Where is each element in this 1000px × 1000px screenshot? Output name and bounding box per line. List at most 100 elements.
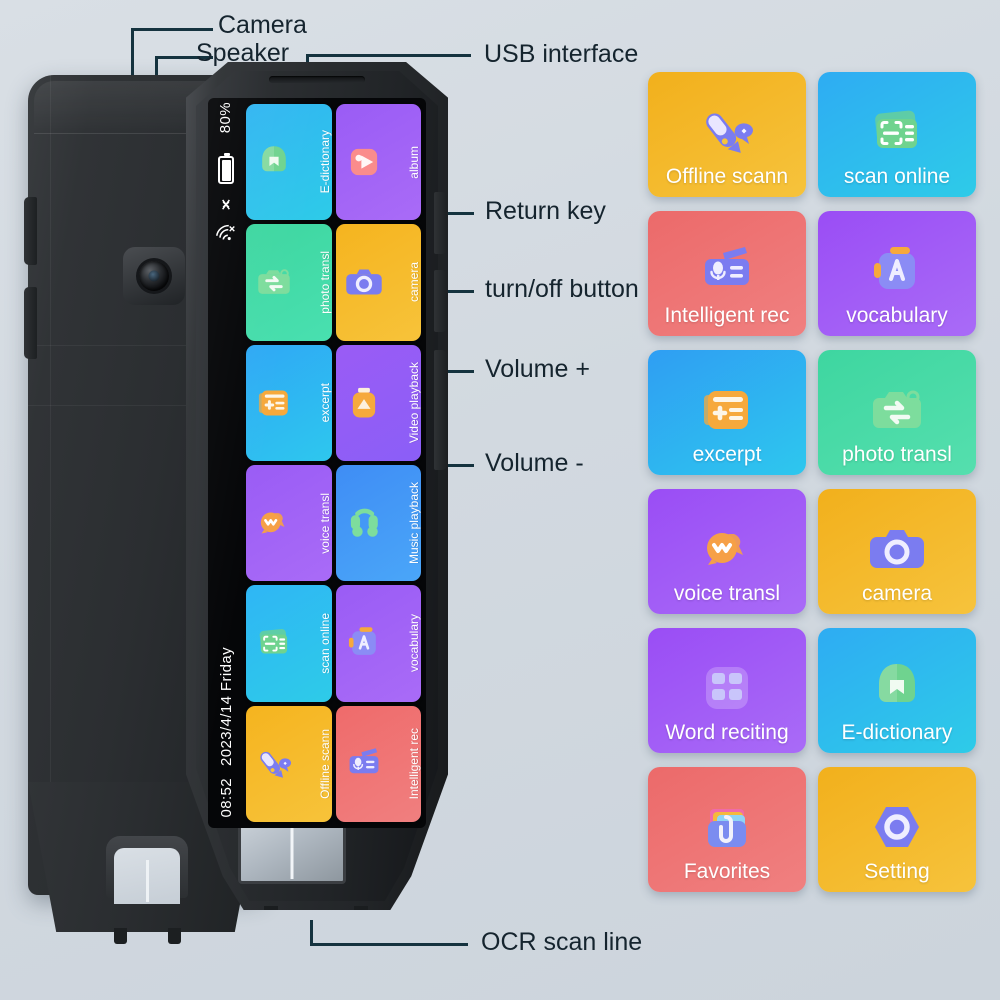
power-button[interactable] [434, 270, 447, 332]
app-tile-label: camera [861, 581, 933, 605]
screen-tile-scan-online[interactable]: scan online [246, 585, 332, 702]
callout-label-volume-down: Volume - [485, 449, 584, 477]
app-tile-label: Favorites [683, 859, 771, 883]
dictionary-icon [253, 141, 295, 183]
wifi-off-icon [215, 224, 235, 241]
callout-label-usb: USB interface [484, 40, 639, 68]
leader-ocr-horizontal [310, 943, 468, 946]
screen-tile-album[interactable]: album [335, 104, 421, 221]
excerpt-icon [253, 382, 295, 424]
voice-translate-icon [695, 517, 759, 581]
return-key-button[interactable] [434, 192, 447, 254]
app-tile-vocabulary[interactable]: vocabulary [818, 211, 976, 336]
app-tile-favorites[interactable]: Favorites [648, 767, 806, 892]
front-pin-left [264, 906, 278, 910]
camera-icon [343, 261, 385, 303]
back-side-button-2[interactable] [24, 287, 37, 359]
app-tile-photo-transl[interactable]: photo transl [818, 350, 976, 475]
leader-usb-horizontal [306, 54, 471, 57]
app-tile-label: Intelligent rec [664, 303, 790, 327]
app-tile-label: E-dictionary [841, 720, 953, 744]
vocabulary-icon [343, 622, 385, 664]
volume-button[interactable] [434, 350, 447, 470]
back-seam-2 [50, 75, 51, 895]
screen-tile-intelligent-rec[interactable]: Intelligent rec [335, 705, 421, 822]
screen-tile-label: Music playback [407, 482, 421, 565]
screen-tile-excerpt[interactable]: excerpt [246, 344, 332, 461]
app-icon-grid[interactable]: Offline scann scan online Intelligent re… [648, 72, 976, 892]
screen-tile-photo-transl[interactable]: photo transl [246, 224, 332, 341]
screen-tile-vocabulary[interactable]: vocabulary [335, 585, 421, 702]
battery-percent-label: 80% [217, 102, 234, 134]
screen-time-label: 08:52 [217, 778, 235, 818]
photo-translate-icon [253, 261, 295, 303]
screen-tile-label: vocabulary [407, 614, 421, 673]
screen-tile-label: photo transl [317, 251, 332, 314]
word-reciting-icon [695, 656, 759, 720]
screen-tile-music-playback[interactable]: Music playback [335, 465, 421, 582]
callout-label-ocr-scan-line: OCR scan line [481, 928, 643, 956]
screen-tile-camera[interactable]: camera [335, 224, 421, 341]
app-tile-e-dictionary[interactable]: E-dictionary [818, 628, 976, 753]
favorites-icon [695, 795, 759, 859]
app-tile-excerpt[interactable]: excerpt [648, 350, 806, 475]
app-tile-label: excerpt [692, 442, 762, 466]
music-playback-icon [343, 502, 385, 544]
app-tile-voice-transl[interactable]: voice transl [648, 489, 806, 614]
device-illustration: 80% 2023/4/14 Friday 08:52 E-dictionary … [18, 62, 448, 944]
screen-date-label: 2023/4/14 Friday [217, 647, 235, 767]
callout-label-camera: Camera [218, 11, 307, 39]
screen-status-bar: 80% 2023/4/14 Friday 08:52 [208, 98, 244, 828]
dictionary-icon [865, 656, 929, 720]
app-tile-label: Setting [864, 859, 930, 883]
app-tile-word-reciting[interactable]: Word reciting [648, 628, 806, 753]
screen-tile-offline-scann[interactable]: Offline scann [246, 705, 332, 822]
camera-lens-icon [139, 261, 169, 291]
app-tile-label: scan online [843, 164, 951, 188]
screen-tile-grid[interactable]: E-dictionary album photo transl camera e… [244, 102, 423, 824]
screen-tile-label: E-dictionary [317, 130, 332, 194]
video-playback-icon [343, 382, 385, 424]
camera-module [123, 247, 185, 305]
back-side-button-1[interactable] [24, 197, 37, 265]
back-pin-right [168, 928, 181, 944]
app-tile-label: Offline scann [665, 164, 789, 188]
screen-tile-label: voice transl [317, 492, 332, 554]
screen-tile-label: scan online [317, 613, 332, 674]
app-tile-offline-scann[interactable]: Offline scann [648, 72, 806, 197]
app-tile-scan-online[interactable]: scan online [818, 72, 976, 197]
infographic-stage: Camera Speaker USB interface Return key … [0, 0, 1000, 1000]
app-tile-label: photo transl [842, 442, 952, 466]
app-tile-label: vocabulary [846, 303, 948, 327]
device-back-notch-line [146, 860, 149, 902]
setting-icon [865, 795, 929, 859]
screen-tile-label: Offline scann [317, 728, 332, 799]
app-tile-setting[interactable]: Setting [818, 767, 976, 892]
camera-icon [865, 517, 929, 581]
bluetooth-off-icon [222, 199, 230, 210]
screen-tile-e-dictionary[interactable]: E-dictionary [246, 104, 332, 221]
offline-scan-icon [253, 743, 295, 785]
screen-datetime: 2023/4/14 Friday 08:52 [208, 647, 244, 818]
screen-tile-video-playback[interactable]: Video playback [335, 344, 421, 461]
callout-label-return-key: Return key [485, 197, 606, 225]
offline-scan-icon [695, 100, 759, 164]
screen-tile-label: excerpt [317, 383, 332, 423]
photo-translate-icon [865, 378, 929, 442]
screen-tile-voice-transl[interactable]: voice transl [246, 465, 332, 582]
app-tile-camera[interactable]: camera [818, 489, 976, 614]
leader-camera-horizontal [131, 28, 213, 31]
device-screen[interactable]: 80% 2023/4/14 Friday 08:52 E-dictionary … [208, 98, 426, 828]
callout-label-volume-up: Volume + [485, 355, 590, 383]
scan-online-icon [865, 100, 929, 164]
album-icon [343, 141, 385, 183]
vocabulary-icon [865, 239, 929, 303]
voice-translate-icon [253, 502, 295, 544]
recorder-icon [695, 239, 759, 303]
app-tile-intelligent-rec[interactable]: Intelligent rec [648, 211, 806, 336]
recorder-icon [343, 743, 385, 785]
scan-online-icon [253, 622, 295, 664]
battery-icon [218, 153, 234, 184]
screen-tile-label: Intelligent rec [407, 728, 421, 800]
screen-tile-label: Video playback [407, 362, 421, 444]
